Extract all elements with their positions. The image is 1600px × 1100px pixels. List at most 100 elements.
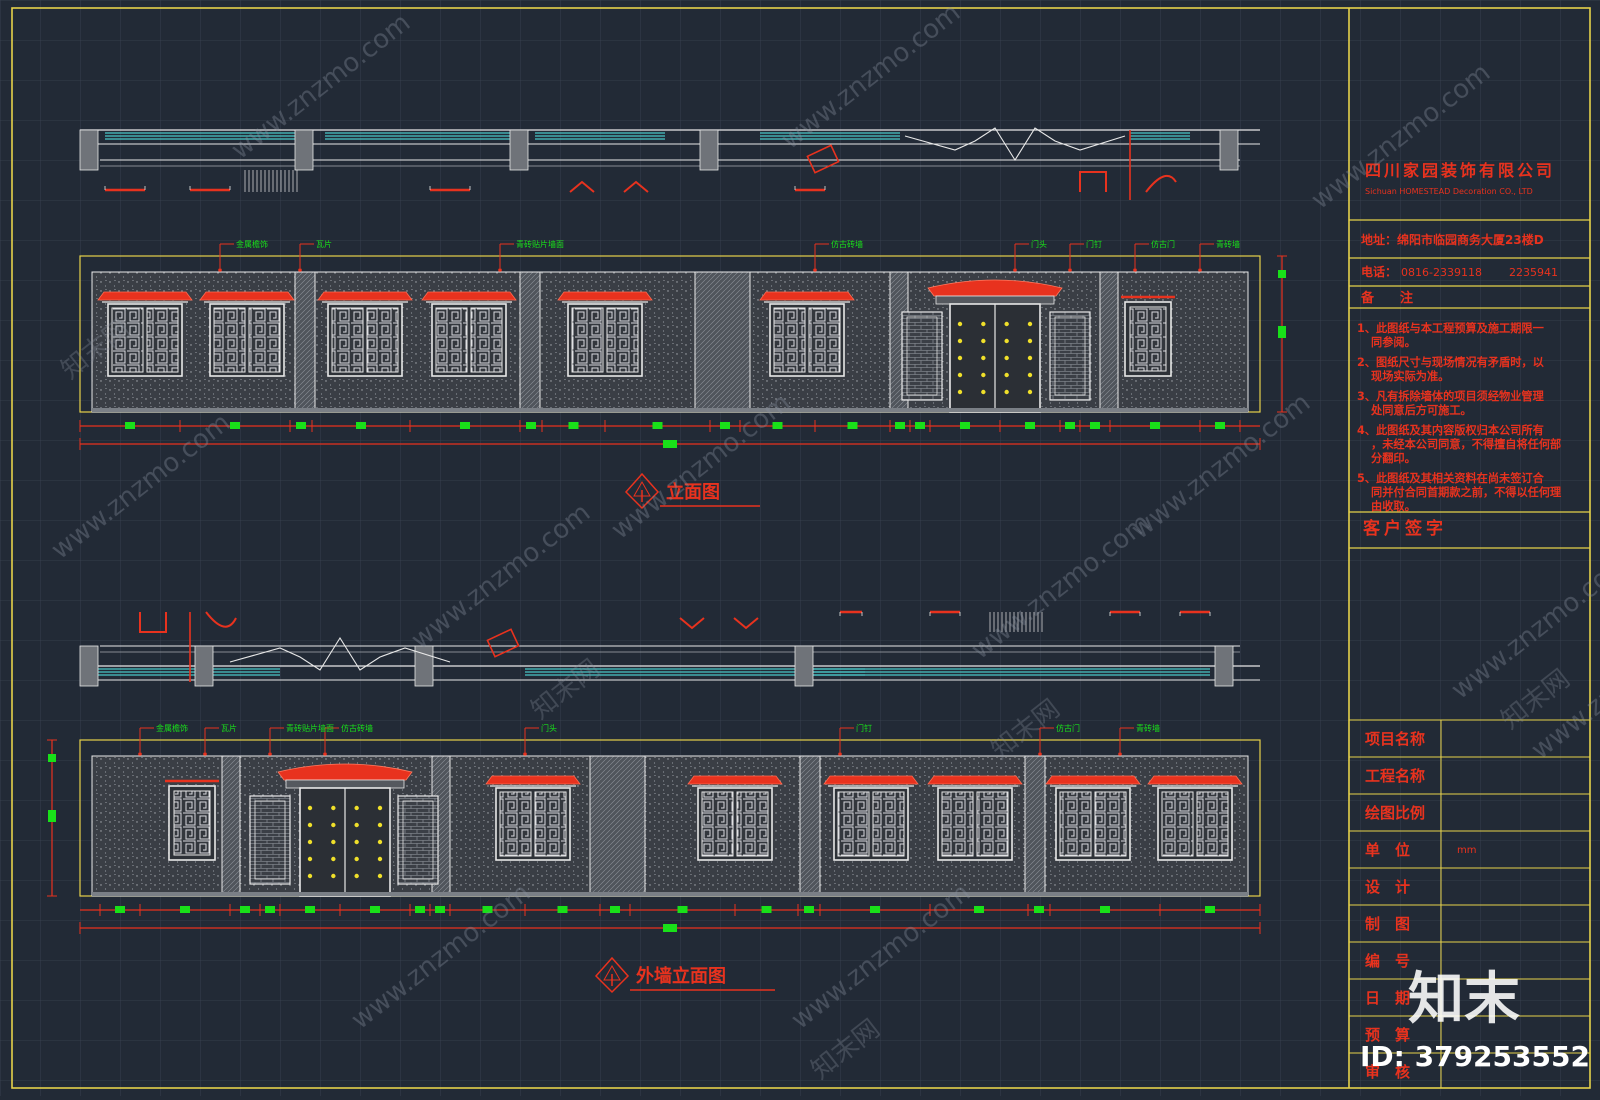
window-sash <box>837 791 870 857</box>
window-roof-eave <box>1045 775 1141 785</box>
window-sash <box>1196 791 1229 857</box>
door-nail <box>957 338 963 344</box>
field-label: 单 位 <box>1365 841 1410 859</box>
dimension-value-mark <box>870 906 880 913</box>
phone-1: 0816-2339118 <box>1401 266 1482 279</box>
door-nail <box>1004 389 1009 395</box>
phone-label: 电话： <box>1361 264 1397 279</box>
lattice-window <box>1045 775 1141 861</box>
field-label: 设 计 <box>1365 878 1410 896</box>
window-roof-eave <box>421 291 517 301</box>
plan-column <box>294 129 314 171</box>
dimension-value-mark <box>1100 906 1110 913</box>
door-nail <box>331 873 336 879</box>
note-line: 2、图纸尺寸与现场情况有矛盾时，以 <box>1357 355 1545 369</box>
door-nail <box>981 338 986 344</box>
door-nail <box>957 389 963 395</box>
dimension-value-mark <box>1065 422 1075 429</box>
elevation-column <box>221 755 241 897</box>
leader-dot <box>838 752 842 756</box>
plan-column <box>794 645 814 687</box>
window-sash <box>606 307 639 373</box>
leader-label: 仿古门 <box>1151 239 1175 249</box>
dimension-value-mark <box>435 906 445 913</box>
door-nail <box>354 822 359 828</box>
window-roof-eave <box>687 775 783 785</box>
field-label: 绘图比例 <box>1365 804 1425 822</box>
window-roof-eave <box>823 775 919 785</box>
leader-label: 仿古门 <box>1056 723 1080 733</box>
window-sash <box>1094 791 1127 857</box>
window-sash <box>248 307 281 373</box>
brick-panel <box>249 795 291 885</box>
leader-dot <box>813 268 817 272</box>
door-nail <box>981 372 986 378</box>
dimension-value-mark <box>915 422 925 429</box>
window-sash <box>1161 791 1194 857</box>
dimension-value-mark <box>180 906 190 913</box>
door-lintel <box>935 295 1055 305</box>
window-sash <box>736 791 769 857</box>
leader-dot <box>1133 268 1137 272</box>
dimension-value-mark <box>804 906 814 913</box>
watermark-id: ID: 379253552 <box>1360 1040 1590 1073</box>
window-sash <box>331 307 364 373</box>
dimension-total-mark <box>663 440 677 448</box>
window-sash <box>366 307 399 373</box>
door-nail <box>981 321 986 327</box>
window-sash <box>173 790 211 856</box>
dimension-value-mark <box>125 422 135 429</box>
dimension-value-mark <box>677 906 688 913</box>
door-lintel <box>285 779 405 789</box>
leader-dot <box>268 752 272 756</box>
window-sash <box>1059 791 1092 857</box>
leader-dot <box>1038 752 1042 756</box>
field-label: 编 号 <box>1365 952 1410 970</box>
vertical-dimension-mark <box>1278 270 1286 278</box>
elevation-column <box>799 755 821 897</box>
dimension-value-mark <box>761 906 772 913</box>
dimension-value-mark <box>895 422 905 429</box>
window-sash <box>941 791 974 857</box>
leader-label: 仿古砖墙 <box>831 239 863 249</box>
door-nail <box>377 856 383 862</box>
lattice-window <box>317 291 413 377</box>
field-label: 工程名称 <box>1365 767 1425 785</box>
company-address: 地址：绵阳市临园商务大厦23楼D <box>1361 232 1544 247</box>
window-roof-eave <box>485 775 581 785</box>
door-nail <box>307 873 313 879</box>
cad-drawing-viewport[interactable]: 金属檐饰 瓦片 青砖贴片墙面 仿古砖墙 门头 门钉 仿古门 青砖墙 立面图 青砖墙 仿古门 门钉 门头… <box>0 0 1600 1096</box>
window-roof-eave <box>1147 775 1243 785</box>
door-nail <box>1027 389 1033 395</box>
note-line: 分翻印。 <box>1371 451 1416 465</box>
dimension-value-mark <box>240 906 250 913</box>
dimension-value-mark <box>356 422 366 429</box>
leader-label: 金属檐饰 <box>236 239 268 249</box>
single-lattice-window <box>165 779 219 861</box>
dimension-value-mark <box>265 906 275 913</box>
lattice-window <box>557 291 653 377</box>
door-nail <box>307 839 313 845</box>
window-roof-eave <box>557 291 653 301</box>
window-sash <box>571 307 604 373</box>
leader-dot <box>498 268 502 272</box>
cad-drawing-canvas[interactable]: 金属檐饰 瓦片 青砖贴片墙面 仿古砖墙 门头 门钉 仿古门 青砖墙立面图 青砖墙仿古门门钉门头… <box>0 0 1600 1096</box>
window-sash <box>808 307 841 373</box>
door-nail <box>1004 321 1009 327</box>
leader-dot <box>298 268 302 272</box>
note-line: 处同意后方可施工。 <box>1370 403 1472 417</box>
window-sash <box>213 307 246 373</box>
brick-panel-rect <box>1049 311 1091 401</box>
window-sash <box>701 791 734 857</box>
leader-dot <box>203 752 207 756</box>
vertical-dimension-mark <box>48 754 56 762</box>
elevation-column <box>1099 271 1119 413</box>
plan-column <box>699 129 719 171</box>
dimension-value-mark <box>1205 906 1215 913</box>
note-line: 由收取。 <box>1371 499 1416 513</box>
leader-label: 门钉 <box>1086 239 1102 249</box>
dimension-value-mark <box>568 422 579 429</box>
door-nail <box>377 822 383 828</box>
leader-label: 瓦片 <box>316 239 332 249</box>
window-sash <box>1129 306 1167 372</box>
